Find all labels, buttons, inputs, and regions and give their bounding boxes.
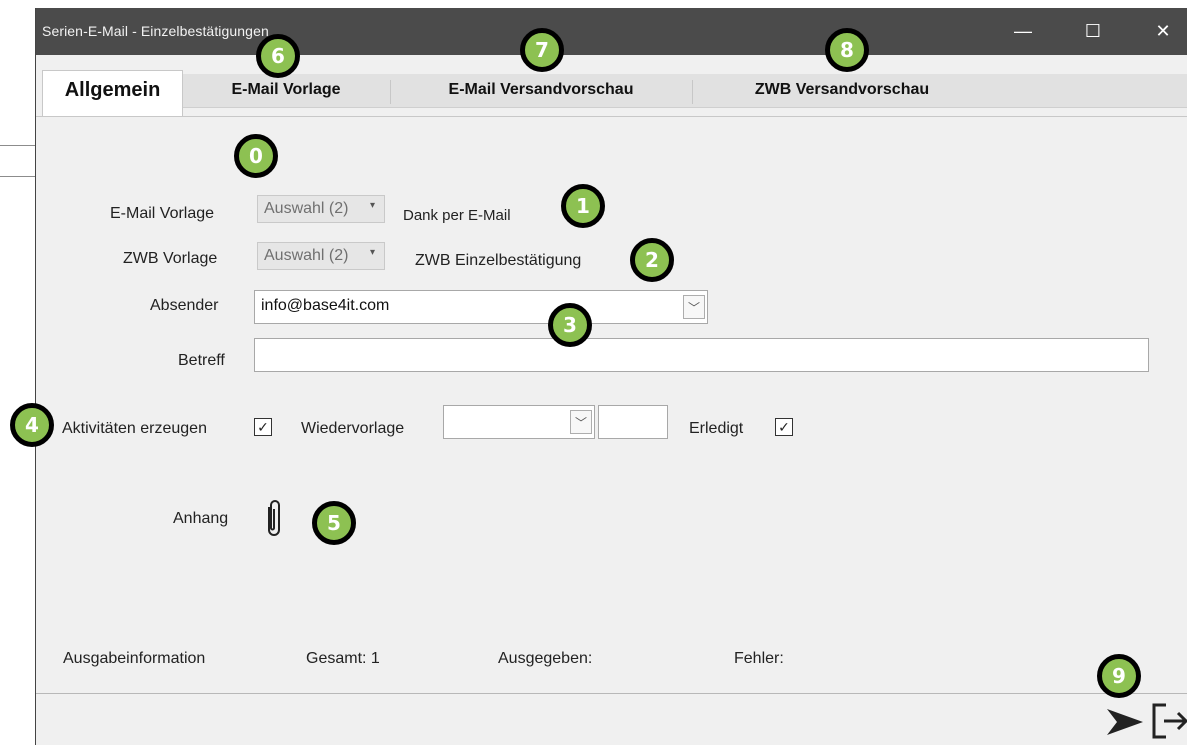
create-activities-label: Aktivitäten erzeugen [62,420,207,437]
serial-email-window: Serien-E-Mail - Einzelbestätigungen — ☐ … [35,8,1187,745]
send-icon[interactable] [1105,705,1149,739]
callout-badge-6: 6 [256,34,300,78]
window-title: Serien-E-Mail - Einzelbestätigungen [42,23,269,39]
create-activities-checkbox[interactable]: ✓ [254,418,272,436]
close-button[interactable]: ✕ [1140,8,1186,55]
sender-value: info@base4it.com [261,297,390,314]
followup-days-input[interactable] [598,405,668,439]
tab-zwb-versandvorschau[interactable]: ZWB Versandvorschau [694,72,990,108]
callout-badge-0: 0 [234,134,278,178]
attachment-label: Anhang [173,510,229,527]
tab-separator [390,80,391,104]
footer-bar [36,694,1187,745]
subject-label: Betreff [178,352,225,369]
paperclip-icon[interactable] [262,498,286,540]
tab-email-versandvorschau[interactable]: E-Mail Versandvorschau [392,72,690,108]
issued-count: Ausgegeben: [498,650,593,667]
output-info-label: Ausgabeinformation [63,650,206,667]
callout-badge-9: 9 [1097,654,1141,698]
tab-email-vorlage[interactable]: E-Mail Vorlage [184,72,388,108]
callout-badge-2: 2 [630,238,674,282]
zwb-template-value: ZWB Einzelbestätigung [415,252,582,269]
zwb-template-label: ZWB Vorlage [123,250,218,267]
callout-badge-8: 8 [825,28,869,72]
zwb-template-select-value: Auswahl (2) [264,247,349,264]
done-label: Erledigt [689,420,744,437]
followup-dropdown-button[interactable]: ﹀ [570,410,592,434]
chevron-down-icon: ▾ [369,200,375,211]
sender-label: Absender [150,297,219,314]
sender-combobox[interactable]: info@base4it.com ﹀ [254,290,708,324]
title-bar[interactable]: Serien-E-Mail - Einzelbestätigungen — ☐ … [36,8,1187,55]
exit-icon[interactable] [1150,701,1187,741]
tab-allgemein[interactable]: Allgemein [42,70,183,117]
done-checkbox[interactable]: ✓ [775,418,793,436]
subject-input[interactable] [254,338,1149,372]
background-divider [0,176,37,177]
callout-badge-1: 1 [561,184,605,228]
followup-combobox[interactable]: ﹀ [443,405,595,439]
maximize-button[interactable]: ☐ [1070,8,1116,55]
error-count: Fehler: [734,650,784,667]
callout-badge-7: 7 [520,28,564,72]
zwb-template-select: Auswahl (2) ▾ [257,242,385,270]
chevron-down-icon: ▾ [369,247,375,258]
background-divider [0,145,37,146]
callout-badge-5: 5 [312,501,356,545]
sender-dropdown-button[interactable]: ﹀ [683,295,705,319]
email-template-label: E-Mail Vorlage [110,205,215,222]
total-count: Gesamt: 1 [306,650,380,667]
callout-badge-3: 3 [548,303,592,347]
email-template-select-value: Auswahl (2) [264,200,349,217]
followup-label: Wiedervorlage [301,420,405,437]
tab-separator [692,80,693,104]
email-template-select: Auswahl (2) ▾ [257,195,385,223]
callout-badge-4: 4 [10,403,54,447]
email-template-value: Dank per E-Mail [403,207,511,224]
minimize-button[interactable]: — [1000,8,1046,55]
